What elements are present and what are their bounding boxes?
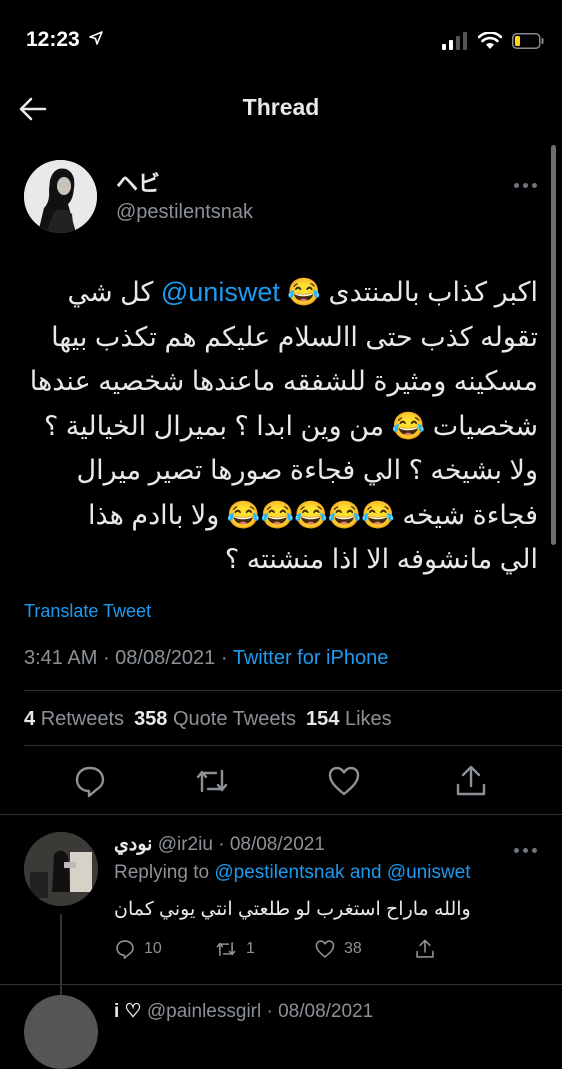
reply-like-button[interactable]: 38 bbox=[314, 938, 414, 960]
reply-text: والله ماراح استغرب لو طلعتي انتي يوني كم… bbox=[114, 899, 471, 920]
clock: 12:23 bbox=[26, 28, 80, 51]
retweets-stat[interactable]: 4 Retweets bbox=[24, 708, 124, 731]
reply-header: نودي @ir2iu · 08/08/2021 bbox=[114, 834, 325, 855]
reply-action-bar: 10 1 38 bbox=[114, 937, 514, 961]
author-handle[interactable]: @pestilentsnak bbox=[116, 201, 253, 224]
scrollbar[interactable] bbox=[551, 145, 556, 545]
retweet-icon bbox=[216, 942, 236, 956]
retweet-count: 1 bbox=[246, 940, 255, 957]
tweet-line: شخصيات 😂 من وين ابدا ؟ بميرال الخيالية ؟ bbox=[43, 410, 538, 441]
reply-retweet-button[interactable]: 1 bbox=[214, 938, 314, 960]
reply-display-name[interactable]: نودي bbox=[114, 834, 152, 855]
battery-icon bbox=[512, 33, 544, 49]
tweet-line: ولا بشيخه ؟ الي فجاءة صورها تصير ميرال bbox=[76, 455, 538, 485]
tweet-text: اكبر كذاب بالمنتدى 😂 @uniswet كل شي تقول… bbox=[24, 270, 538, 582]
tweet-line: مسكينه ومثيرة للشفقه ماعندها شخصيه عندها bbox=[29, 366, 538, 396]
divider bbox=[0, 984, 562, 985]
thread-connector bbox=[60, 914, 62, 1004]
more-options-icon[interactable] bbox=[514, 181, 544, 189]
retweet-icon[interactable] bbox=[194, 763, 230, 799]
location-arrow-icon bbox=[88, 31, 103, 45]
avatar-photo bbox=[24, 160, 97, 233]
tweet-line: فجاءة شيخه 😂😂😂😂😂 ولا باادم هذا bbox=[87, 499, 538, 530]
reply-handle[interactable]: @ir2iu bbox=[158, 834, 213, 855]
status-time: 12:23 bbox=[26, 28, 103, 52]
next-reply-avatar[interactable] bbox=[24, 995, 98, 1069]
replying-mention-1[interactable]: @pestilentsnak bbox=[214, 862, 344, 883]
reply-icon[interactable] bbox=[72, 763, 108, 799]
divider bbox=[0, 814, 562, 815]
translate-tweet-link[interactable]: Translate Tweet bbox=[24, 601, 151, 622]
reply-reply-button[interactable]: 10 bbox=[114, 938, 214, 960]
next-reply-handle[interactable]: @painlessgirl bbox=[147, 1001, 261, 1022]
tweet-line: تقوله كذب حتى االسلام عليكم هم تكذب بيها bbox=[51, 321, 538, 352]
mention-link[interactable]: @uniswet bbox=[161, 277, 280, 307]
replying-mention-2[interactable]: @uniswet bbox=[387, 862, 471, 883]
tweet-meta: 3:41 AM · 08/08/2021 · Twitter for iPhon… bbox=[24, 647, 389, 669]
tweet-line: اكبر كذاب بالمنتدى 😂 @uniswet كل شي bbox=[67, 277, 538, 307]
reply-avatar-photo bbox=[24, 832, 98, 906]
quote-tweets-stat[interactable]: 358 Quote Tweets bbox=[134, 708, 296, 731]
signal-icon bbox=[442, 32, 467, 50]
like-heart-icon[interactable] bbox=[326, 763, 362, 799]
tweet-stats: 4 Retweets 358 Quote Tweets 154 Likes bbox=[24, 708, 392, 731]
tweet-action-bar bbox=[0, 763, 562, 803]
reply-count: 10 bbox=[144, 940, 162, 957]
page-title: Thread bbox=[242, 94, 320, 120]
next-reply-display-name[interactable]: i ♡ bbox=[114, 1001, 142, 1022]
like-heart-icon bbox=[315, 940, 335, 958]
avatar[interactable] bbox=[24, 160, 97, 233]
tweet-source-link[interactable]: Twitter for iPhone bbox=[233, 647, 389, 669]
tweet-time: 3:41 AM bbox=[24, 647, 98, 669]
tweet-line: الي مانشوفه الا اذا منشنته ؟ bbox=[224, 544, 538, 574]
likes-stat[interactable]: 154 Likes bbox=[306, 708, 392, 731]
tweet-date: 08/08/2021 bbox=[115, 647, 216, 669]
reply-icon bbox=[116, 940, 134, 959]
next-reply-date: 08/08/2021 bbox=[278, 1001, 374, 1022]
share-icon[interactable] bbox=[453, 763, 489, 799]
author-display-name[interactable]: ヘビ bbox=[116, 166, 160, 198]
share-icon bbox=[416, 939, 434, 958]
reply-share-button[interactable] bbox=[414, 938, 514, 960]
status-indicators bbox=[442, 30, 544, 52]
divider bbox=[24, 745, 562, 746]
reply-avatar[interactable] bbox=[24, 832, 98, 906]
reply-more-options-icon[interactable] bbox=[514, 846, 544, 854]
replying-to: Replying to @pestilentsnak and @uniswet bbox=[114, 862, 471, 883]
reply-date: 08/08/2021 bbox=[229, 834, 325, 855]
next-reply-header: i ♡ @painlessgirl · 08/08/2021 bbox=[114, 1001, 374, 1022]
divider bbox=[24, 690, 562, 691]
wifi-icon bbox=[478, 32, 502, 49]
like-count: 38 bbox=[344, 940, 362, 957]
